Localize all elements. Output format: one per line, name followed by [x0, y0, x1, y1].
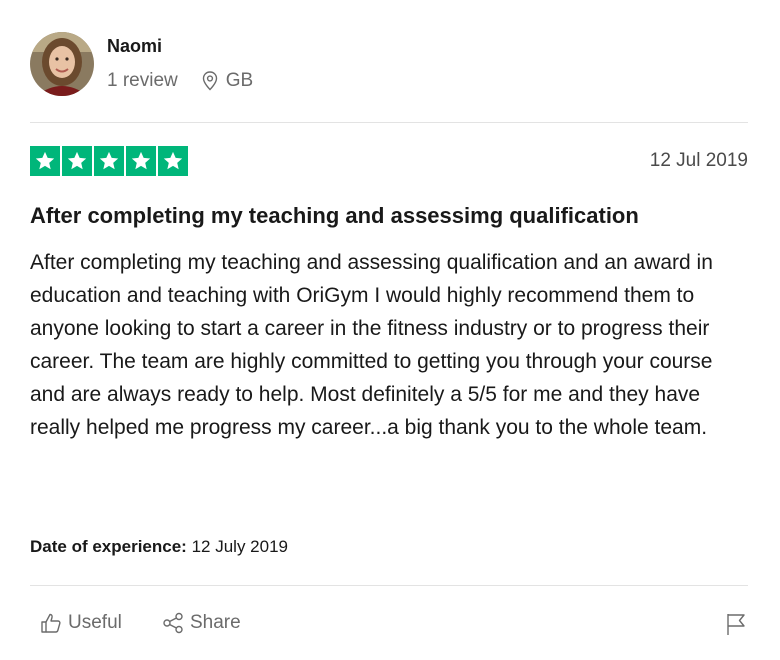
share-button[interactable]: Share — [162, 612, 241, 634]
avatar[interactable] — [30, 32, 94, 96]
star-icon — [30, 146, 60, 176]
experience-label: Date of experience: — [30, 537, 187, 556]
star-icon — [62, 146, 92, 176]
divider — [30, 122, 748, 123]
report-flag-button[interactable] — [724, 612, 748, 641]
date-of-experience: Date of experience: 12 July 2019 — [30, 537, 288, 557]
share-icon — [163, 612, 183, 634]
share-label: Share — [190, 612, 241, 633]
flag-icon — [727, 614, 745, 635]
review-date: 12 Jul 2019 — [649, 150, 748, 171]
useful-button[interactable]: Useful — [40, 612, 122, 634]
location-text: GB — [225, 70, 254, 91]
star-icon — [94, 146, 124, 176]
review-title[interactable]: After completing my teaching and assessi… — [30, 203, 639, 229]
reviewer-name[interactable]: Naomi — [107, 36, 162, 57]
reviewer-location: GB — [202, 70, 253, 92]
useful-label: Useful — [68, 612, 122, 633]
experience-date: 12 July 2019 — [191, 537, 288, 556]
review-count: 1 review — [107, 70, 178, 91]
star-rating — [30, 146, 188, 176]
star-icon — [126, 146, 156, 176]
review-body: After completing my teaching and assessi… — [30, 251, 713, 439]
star-icon — [158, 146, 188, 176]
thumbs-up-icon — [41, 613, 61, 633]
location-pin-icon — [202, 71, 217, 91]
divider — [30, 585, 748, 586]
reviewer-meta: 1 review GB — [107, 70, 253, 92]
review-card: Naomi 1 review GB 12 Jul 2019 After comp… — [0, 0, 780, 660]
